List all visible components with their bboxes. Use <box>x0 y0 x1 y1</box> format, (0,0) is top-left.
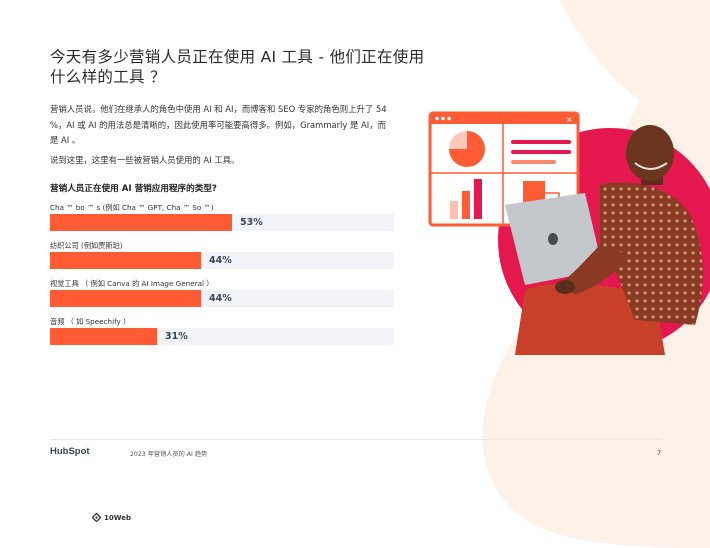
bar-row: 音频 （ 如 Speechify ） 31% <box>50 316 394 345</box>
bar-fill <box>50 214 232 231</box>
page-title: 今天有多少营销人员正在使用 AI 工具 - 他们正在使用什么样的工具 ？ <box>50 48 425 86</box>
marketer-illustration: × <box>428 111 710 355</box>
svg-text:×: × <box>566 115 573 124</box>
bar-row: Cha ™ bo ™ s (例如 Cha ™ GPT, Cha ™ So ™) 5… <box>50 202 394 231</box>
bar-fill <box>50 290 201 307</box>
bar-fill <box>50 328 157 345</box>
bar-category-label: 视觉工具 （ 例如 Canva 的 AI Image General ） <box>50 279 214 288</box>
bar-category-label: 音频 （ 如 Speechify ） <box>50 317 131 326</box>
page-number: 7 <box>657 449 662 457</box>
intro-paragraph-2: 说到这里，这里有一些被营销人员使用的 AI 工具。 <box>50 155 240 165</box>
bar-track: 44% <box>50 252 394 269</box>
10web-brand: 10Web <box>92 513 131 522</box>
intro-paragraph: 营销人员说，他们在继承人的角色中使用 AI 和 AI，而博客和 SEO 专家的角… <box>50 104 387 145</box>
bar-row: 视觉工具 （ 例如 Canva 的 AI Image General ） 44% <box>50 278 394 307</box>
bar-fill <box>50 252 201 269</box>
chart-title: 营销人员正在使用 AI 营销应用程序的类型? <box>50 184 217 194</box>
bar-row: 纺织公司 (例如贾斯珀) 44% <box>50 240 394 269</box>
bar-category-label: Cha ™ bo ™ s (例如 Cha ™ GPT, Cha ™ So ™) <box>50 203 214 212</box>
bar-value-label: 44% <box>209 255 232 266</box>
bar-track: 44% <box>50 290 394 307</box>
bar-value-label: 44% <box>209 293 232 304</box>
bar-category-label: 纺织公司 (例如贾斯珀) <box>50 241 123 250</box>
hubspot-logo: HubSpot <box>50 446 90 457</box>
bar-value-label: 31% <box>165 331 188 342</box>
bar-track: 31% <box>50 328 394 345</box>
footer-caption: 2023 年营销人员的 AI 趋势 <box>130 451 208 458</box>
bar-value-label: 53% <box>240 217 263 228</box>
footer-divider <box>50 439 662 440</box>
bar-track: 53% <box>50 214 394 231</box>
10web-logo-icon <box>92 513 101 522</box>
10web-label: 10Web <box>104 513 131 522</box>
